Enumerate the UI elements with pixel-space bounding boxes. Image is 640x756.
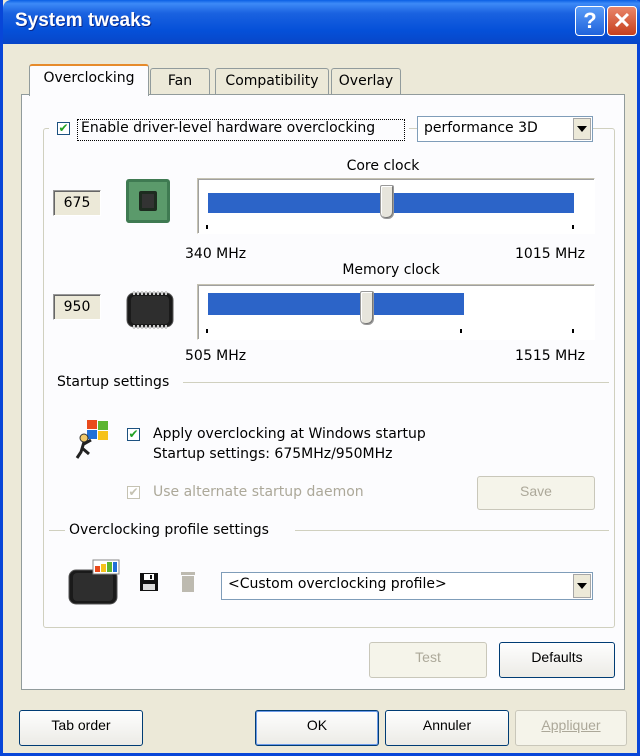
title-bar[interactable]: System tweaks ? ✕	[3, 0, 640, 44]
core-clock-slider-thumb[interactable]	[380, 185, 394, 219]
defaults-button[interactable]: Defaults	[499, 642, 615, 678]
core-clock-slider[interactable]	[197, 178, 595, 234]
tab-compatibility-label: Compatibility	[225, 73, 319, 89]
memory-clock-min: 505 MHz	[185, 348, 247, 364]
startup-divider	[183, 382, 609, 383]
trash-delete-icon[interactable]	[179, 570, 197, 594]
core-clock-value: 675	[53, 190, 101, 216]
mode-select-value: performance 3D	[424, 120, 538, 136]
memory-clock-value: 950	[53, 294, 101, 320]
tab-overlay-label: Overlay	[338, 73, 394, 89]
profile-divider	[295, 530, 609, 531]
tab-fan-label: Fan	[167, 73, 193, 89]
system-tweaks-window: System tweaks ? ✕ Overclocking Fan Compa…	[0, 0, 640, 756]
chevron-down-icon[interactable]	[573, 574, 591, 598]
close-button[interactable]: ✕	[607, 6, 637, 36]
core-clock-title: Core clock	[346, 158, 420, 174]
memory-clock-slider-thumb[interactable]	[360, 291, 374, 325]
tab-compatibility[interactable]: Compatibility	[215, 68, 329, 95]
chevron-down-icon[interactable]	[573, 118, 591, 140]
enable-overclocking-label[interactable]: Enable driver-level hardware overclockin…	[81, 120, 375, 136]
tab-overclocking-label: Overclocking	[43, 70, 135, 86]
apply-startup-checkbox[interactable]: ✔	[127, 428, 140, 441]
ok-button[interactable]: OK	[255, 710, 379, 746]
apply-button[interactable]: Appliquer	[515, 710, 627, 746]
alternate-daemon-checkbox[interactable]: ✔	[127, 486, 140, 499]
mode-select[interactable]: performance 3D	[417, 116, 593, 142]
startup-section-title: Startup settings	[57, 374, 170, 390]
apply-startup-label[interactable]: Apply overclocking at Windows startup	[153, 426, 426, 442]
tab-overlay[interactable]: Overlay	[331, 68, 401, 95]
slider-tick	[572, 329, 574, 333]
cancel-button[interactable]: Annuler	[385, 710, 509, 746]
memory-clock-title: Memory clock	[342, 262, 440, 278]
memory-clock-slider-fill	[208, 293, 464, 315]
floppy-save-icon[interactable]	[139, 572, 159, 592]
windows-startup-icon	[75, 418, 111, 460]
enable-overclocking-checkbox[interactable]: ✔	[57, 122, 70, 135]
window-title: System tweaks	[15, 10, 152, 31]
save-startup-button[interactable]: Save	[477, 476, 595, 510]
slider-tick	[572, 225, 574, 229]
slider-tick	[206, 225, 208, 229]
memory-clock-max: 1515 MHz	[515, 348, 586, 364]
test-button[interactable]: Test	[369, 642, 487, 678]
tab-order-button[interactable]: Tab order	[19, 710, 143, 746]
profile-select-value: <Custom overclocking profile>	[228, 576, 447, 592]
startup-summary: Startup settings: 675MHz/950MHz	[153, 446, 393, 462]
memory-clock-slider[interactable]	[197, 284, 595, 340]
core-clock-min: 340 MHz	[185, 246, 247, 262]
alternate-daemon-label: Use alternate startup daemon	[153, 484, 364, 500]
slider-tick	[206, 329, 208, 333]
tab-fan[interactable]: Fan	[150, 68, 210, 95]
help-button[interactable]: ?	[575, 6, 605, 36]
gpu-chip-icon	[125, 178, 171, 224]
slider-tick	[460, 329, 462, 333]
core-clock-max: 1015 MHz	[515, 246, 586, 262]
profile-select[interactable]: <Custom overclocking profile>	[221, 572, 593, 600]
tab-overclocking[interactable]: Overclocking	[29, 64, 149, 96]
memory-chip-icon	[125, 290, 175, 330]
profile-divider-left	[49, 530, 65, 531]
profile-chip-icon	[67, 558, 121, 606]
profile-section-title: Overclocking profile settings	[69, 522, 269, 538]
